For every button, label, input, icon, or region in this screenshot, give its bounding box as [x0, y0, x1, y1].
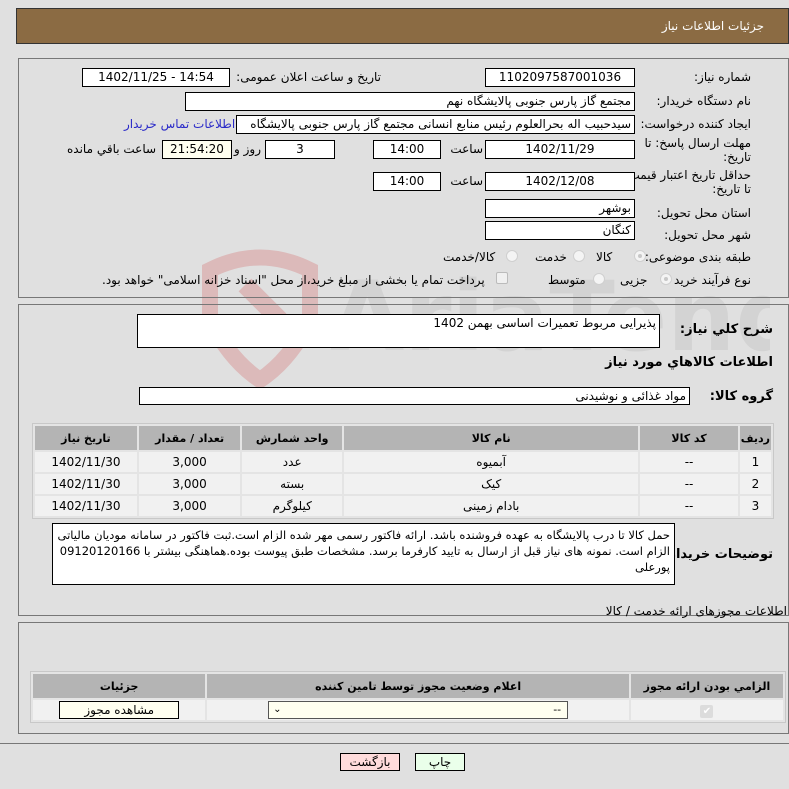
cell-permit-required: ✔ — [630, 700, 783, 720]
footer-divider — [0, 743, 789, 744]
view-permit-button[interactable]: مشاهده مجوز — [59, 701, 180, 719]
cell-row-number: 2 — [739, 474, 771, 494]
reply-time-label: ساعت — [450, 142, 483, 156]
cell-quantity: 3,000 — [138, 496, 241, 516]
col-unit: واحد شمارش — [242, 426, 343, 450]
cell-goods-name: کیک — [344, 474, 639, 494]
price-validity-label: حداقل تاریخ اعتبار قیمت: تا تاریخ: — [624, 168, 751, 196]
category-option-service: خدمت — [535, 250, 567, 264]
cell-quantity: 3,000 — [138, 474, 241, 494]
permit-status-value: -- — [553, 703, 562, 716]
description-field: پذیرایی مربوط تعمیرات اساسی بهمن 1402 — [137, 314, 660, 348]
buyer-org-field: مجتمع گاز پارس جنوبی پالایشگاه نهم — [185, 92, 635, 111]
time-remaining-field: 21:54:20 — [162, 140, 232, 159]
cell-permit-details: مشاهده مجوز — [33, 700, 206, 720]
cell-need-date: 1402/11/30 — [35, 474, 137, 494]
city-field: کنگان — [485, 221, 635, 240]
permits-section-title: اطلاعات مجوزهای ارائه خدمت / کالا — [605, 604, 787, 618]
category-option-goods-service: کالا/خدمت — [443, 250, 496, 264]
goods-section-title: اطلاعات کالاهاي مورد نیاز — [605, 355, 773, 370]
treasury-note: پرداخت تمام یا بخشی از مبلغ خرید،از محل … — [102, 273, 485, 287]
permits-table-header: الزامي بودن ارائه مجوز اعلام وضعیت مجوز … — [33, 674, 783, 698]
back-button[interactable]: بازگشت — [340, 753, 400, 771]
permit-required-checkbox: ✔ — [700, 704, 714, 718]
category-radio-goods[interactable] — [634, 250, 646, 262]
province-field: بوشهر — [485, 199, 635, 218]
reply-time-field: 14:00 — [373, 140, 441, 159]
cell-need-date: 1402/11/30 — [35, 452, 137, 472]
category-label: طبقه بندی موضوعی: — [644, 250, 751, 264]
announce-label: تاریخ و ساعت اعلان عمومی: — [236, 70, 381, 84]
col-quantity: تعداد / مقدار — [138, 426, 241, 450]
price-time-label: ساعت — [450, 174, 483, 188]
col-row-number: ردیف — [739, 426, 771, 450]
need-number-label: شماره نیاز: — [694, 70, 751, 84]
cell-goods-code: -- — [640, 496, 738, 516]
cell-goods-name: بادام زمینی — [344, 496, 639, 516]
cell-quantity: 3,000 — [138, 452, 241, 472]
cell-goods-name: آبمیوه — [344, 452, 639, 472]
buyer-notes-field: حمل کالا تا درب پالایشگاه به عهده فروشند… — [52, 523, 675, 585]
buyer-notes-label: توضیحات خریدار: — [663, 547, 773, 562]
treasury-checkbox[interactable] — [496, 272, 508, 284]
table-row: 1 -- آبمیوه عدد 3,000 1402/11/30 — [35, 452, 771, 472]
description-label: شرح کلي نیاز: — [679, 322, 773, 337]
need-number-field: 1102097587001036 — [485, 68, 635, 87]
page-header: جزئیات اطلاعات نیاز — [16, 8, 789, 44]
price-date-field: 1402/12/08 — [485, 172, 635, 191]
cell-need-date: 1402/11/30 — [35, 496, 137, 516]
cell-unit: بسته — [242, 474, 343, 494]
days-remaining-field: 3 — [265, 140, 335, 159]
reply-deadline-label: مهلت ارسال پاسخ: تا تاریخ: — [644, 136, 751, 164]
table-row: ✔ -- ⌄ مشاهده مجوز — [33, 700, 783, 720]
cell-goods-code: -- — [640, 474, 738, 494]
goods-group-field: مواد غذائی و نوشیدنی — [139, 387, 690, 405]
category-radio-service[interactable] — [573, 250, 585, 262]
creator-field: سیدحبیب اله بحرالعلوم رئیس منابع انسانی … — [236, 115, 635, 134]
goods-table-header: ردیف کد کالا نام کالا واحد شمارش تعداد /… — [35, 426, 771, 450]
permits-table: الزامي بودن ارائه مجوز اعلام وضعیت مجوز … — [30, 671, 786, 723]
col-permit-required: الزامي بودن ارائه مجوز — [630, 674, 783, 698]
permit-status-select[interactable]: -- ⌄ — [268, 701, 569, 719]
col-need-date: تاریخ نیاز — [35, 426, 137, 450]
col-goods-code: کد کالا — [640, 426, 738, 450]
announce-field: 1402/11/25 - 14:54 — [82, 68, 230, 87]
page-title: جزئیات اطلاعات نیاز — [661, 19, 764, 33]
cell-goods-code: -- — [640, 452, 738, 472]
price-time-field: 14:00 — [373, 172, 441, 191]
days-label: روز و — [234, 142, 261, 156]
buyer-contact-link[interactable]: اطلاعات تماس خریدار — [124, 117, 235, 131]
process-option-minor: جزیی — [620, 273, 648, 287]
cell-unit: کیلوگرم — [242, 496, 343, 516]
cell-permit-status: -- ⌄ — [207, 700, 629, 720]
city-label: شهر محل تحویل: — [664, 228, 751, 242]
print-button[interactable]: چاپ — [415, 753, 465, 771]
process-radio-minor[interactable] — [660, 273, 672, 285]
category-radio-goods-service[interactable] — [506, 250, 518, 262]
table-row: 2 -- کیک بسته 3,000 1402/11/30 — [35, 474, 771, 494]
category-option-goods: کالا — [596, 250, 613, 264]
goods-table: ردیف کد کالا نام کالا واحد شمارش تعداد /… — [32, 423, 774, 519]
reply-date-field: 1402/11/29 — [485, 140, 635, 159]
buyer-org-label: نام دستگاه خریدار: — [656, 94, 752, 108]
creator-label: ایجاد کننده درخواست: — [640, 117, 751, 131]
col-permit-status: اعلام وضعیت مجوز توسط تامین کننده — [207, 674, 629, 698]
col-permit-details: جزئیات — [33, 674, 206, 698]
table-row: 3 -- بادام زمینی کیلوگرم 3,000 1402/11/3… — [35, 496, 771, 516]
goods-group-label: گروه کالا: — [709, 389, 773, 404]
process-radio-medium[interactable] — [593, 273, 605, 285]
col-goods-name: نام کالا — [344, 426, 639, 450]
chevron-down-icon: ⌄ — [273, 704, 282, 715]
process-label: نوع فرآیند خرید : — [666, 273, 751, 287]
process-option-medium: متوسط — [548, 273, 586, 287]
cell-unit: عدد — [242, 452, 343, 472]
cell-row-number: 3 — [739, 496, 771, 516]
cell-row-number: 1 — [739, 452, 771, 472]
time-remaining-label: ساعت باقي مانده — [67, 142, 157, 156]
province-label: استان محل تحویل: — [656, 206, 751, 220]
